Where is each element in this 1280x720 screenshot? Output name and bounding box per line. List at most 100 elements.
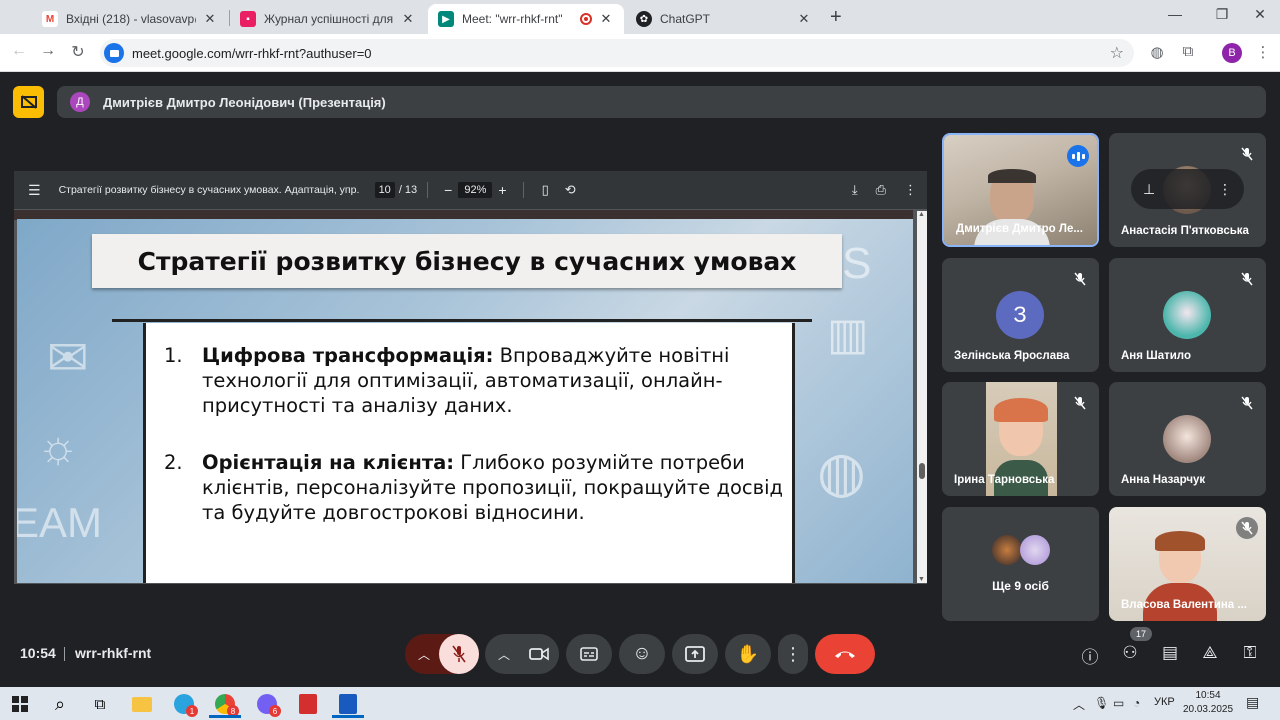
close-icon[interactable]: ✕ (796, 11, 812, 27)
raise-hand-button[interactable]: ✋ (725, 634, 771, 674)
task-view-icon[interactable]: ⧉ (80, 691, 120, 717)
participant-avatar (992, 535, 1022, 565)
participant-tile[interactable]: Аня Шатило (1109, 258, 1266, 372)
pdf-scrollbar[interactable]: ▲ ▼ (917, 211, 927, 583)
acrobat-icon[interactable] (288, 691, 328, 717)
translate-icon[interactable]: ◍ (1147, 43, 1167, 61)
url-field[interactable]: meet.google.com/wrr-rhkf-rnt?authuser=0 … (100, 39, 1134, 67)
maximize-icon[interactable]: ❐ (1212, 6, 1232, 23)
slide-list-item: 2. Орієнтація на клієнта: Глибоко розумі… (164, 450, 784, 525)
system-clock[interactable]: 10:54 20.03.2025 (1180, 689, 1236, 717)
people-icon[interactable]: ⚇ (1119, 643, 1141, 665)
profile-avatar[interactable]: B (1222, 43, 1242, 63)
pin-icon[interactable]: ⊥ (1143, 181, 1155, 198)
zoom-out-icon[interactable]: − (444, 182, 452, 198)
chevron-up-icon[interactable]: ︿ (418, 646, 430, 663)
page-number-input[interactable]: 10 (374, 182, 395, 198)
classroom-icon: ▪ (240, 11, 256, 27)
back-icon[interactable]: ← (8, 42, 30, 60)
forward-icon[interactable]: → (37, 42, 59, 60)
tab-chatgpt[interactable]: ✿ ChatGPT ✕ (626, 4, 822, 34)
mic-off-icon (452, 645, 466, 663)
mic-toggle-button[interactable] (439, 634, 479, 674)
microphone-icon[interactable]: 🎙 (1094, 696, 1109, 710)
pdf-toolbar: ☰ Стратегії розвитку бізнесу в сучасних … (14, 171, 927, 209)
slide-title: Стратегії розвитку бізнесу в сучасних ум… (92, 234, 842, 288)
participant-tile[interactable]: Дмитрієв Дмитро Ле... (942, 133, 1099, 247)
present-button[interactable] (672, 634, 718, 674)
host-controls-icon[interactable]: ⚿ (1239, 643, 1261, 665)
viber-icon[interactable]: 6 (247, 691, 287, 717)
hang-up-icon (835, 651, 855, 658)
more-options-icon[interactable]: ⋮ (904, 182, 917, 198)
chart-doodle-icon: ▥ (827, 310, 869, 359)
camera-toggle-button[interactable] (519, 634, 559, 674)
participant-tile[interactable]: Анна Назарчук (1109, 382, 1266, 496)
start-button[interactable] (0, 691, 40, 717)
close-icon[interactable]: ✕ (598, 11, 614, 27)
word-icon[interactable] (328, 691, 368, 718)
reactions-button[interactable]: ☺ (619, 634, 665, 674)
lightbulb-doodle-icon: ☼ (37, 420, 80, 472)
more-options-button[interactable]: ⋮ (778, 634, 808, 674)
show-hidden-icons[interactable]: ︿ (1073, 696, 1085, 713)
participant-tile[interactable]: З Зелінська Ярослава (942, 258, 1099, 372)
site-info-icon[interactable] (104, 43, 124, 63)
telegram-icon[interactable]: 1 (164, 691, 204, 717)
scroll-thumb[interactable] (919, 463, 925, 479)
file-explorer-icon[interactable] (122, 691, 162, 717)
notification-badge: 8 (227, 705, 239, 717)
more-options-icon[interactable]: ⋮ (1218, 181, 1232, 198)
participant-tile[interactable]: Власова Валентина ... (1109, 507, 1266, 621)
reload-icon[interactable]: ↻ (67, 42, 89, 62)
stop-presenting-button[interactable] (13, 86, 44, 118)
close-icon[interactable]: ✕ (202, 11, 218, 27)
notification-badge: 1 (186, 705, 198, 717)
present-screen-icon (685, 646, 705, 662)
person-hair (988, 169, 1036, 183)
presenter-avatar: Д (70, 92, 90, 112)
battery-icon[interactable]: ▭ (1113, 696, 1124, 710)
chevron-up-icon[interactable]: ︿ (498, 646, 510, 663)
participant-tile[interactable]: ⊥ ⋮ Анастасія П'ятковська (1109, 133, 1266, 247)
browser-menu-icon[interactable]: ⋮ (1253, 43, 1273, 61)
notifications-icon[interactable]: ▤ (1246, 694, 1259, 711)
fit-page-icon[interactable]: ▯ (542, 182, 549, 198)
recording-icon (580, 13, 592, 25)
window-close-icon[interactable]: ✕ (1250, 6, 1270, 23)
participant-name: Зелінська Ярослава (954, 350, 1070, 362)
extensions-icon[interactable]: ⧉ (1178, 43, 1198, 60)
minimize-icon[interactable]: — (1165, 6, 1185, 22)
activities-icon[interactable]: ⟁ (1199, 643, 1221, 665)
close-icon[interactable]: ✕ (400, 11, 416, 27)
zoom-level-input[interactable]: 92% (458, 182, 493, 198)
more-participants-tile[interactable]: Ще 9 осіб (942, 507, 1099, 621)
bookmark-star-icon[interactable]: ☆ (1110, 43, 1124, 63)
participant-tile[interactable]: Ірина Тарновська (942, 382, 1099, 496)
scroll-down-icon[interactable]: ▼ (918, 576, 925, 583)
menu-icon[interactable]: ☰ (28, 182, 41, 199)
zoom-in-icon[interactable]: + (498, 182, 506, 198)
tab-gmail[interactable]: M Вхідні (218) - vlasovavp@gsuit ✕ (32, 4, 228, 34)
tab-classroom[interactable]: ▪ Журнал успішності для курсу " ✕ (230, 4, 426, 34)
speaking-indicator-icon (1067, 145, 1089, 167)
print-icon[interactable]: ⎙ (876, 182, 886, 198)
scroll-up-icon[interactable]: ▲ (918, 211, 925, 218)
new-tab-button[interactable]: + (830, 6, 842, 29)
mic-off-icon (1236, 268, 1258, 290)
tab-meet[interactable]: ▶ Meet: "wrr-rhkf-rnt" ✕ (428, 4, 624, 34)
download-icon[interactable]: ⤓ (852, 182, 858, 198)
participant-avatar: З (996, 291, 1044, 339)
language-indicator[interactable]: УКР (1154, 696, 1175, 708)
meeting-info-icon[interactable]: ⓘ (1079, 643, 1101, 667)
leave-call-button[interactable] (815, 634, 875, 674)
divider (64, 647, 65, 661)
chrome-icon[interactable]: 8 (205, 691, 245, 718)
rotate-icon[interactable]: ⟲ (565, 182, 576, 198)
chat-icon[interactable]: ▤ (1159, 643, 1181, 665)
notification-badge: 6 (269, 705, 281, 717)
search-icon[interactable]: ⌕ (40, 691, 80, 717)
wifi-icon[interactable]: ◔ (1133, 696, 1140, 710)
captions-button[interactable] (566, 634, 612, 674)
tab-title: ChatGPT (660, 12, 711, 26)
